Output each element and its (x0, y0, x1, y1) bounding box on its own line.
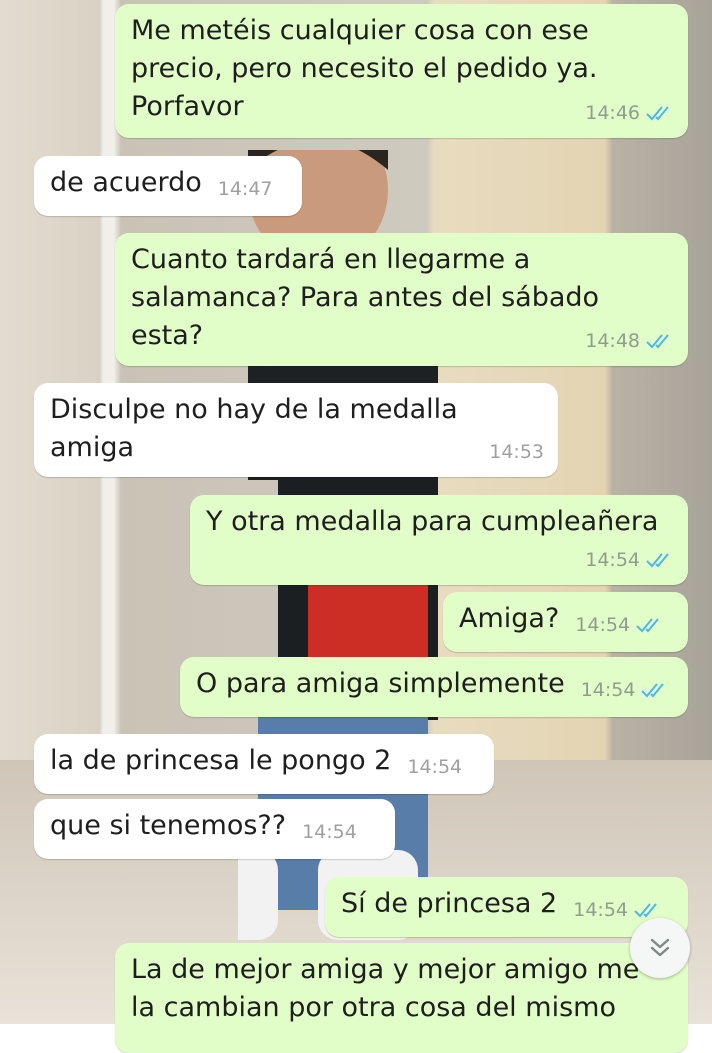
message-timestamp: 14:54 (585, 541, 674, 579)
message-timestamp: 14:54 (575, 606, 664, 644)
message-timestamp: 14:53 (489, 433, 544, 471)
message-text: Sí de princesa 2 (341, 888, 558, 919)
outgoing-message-bubble[interactable]: Amiga? 14:54 (443, 592, 688, 652)
message-text: Y otra medalla para cumpleañera (206, 506, 659, 537)
timestamp-text: 14:54 (573, 899, 629, 921)
double-check-icon (634, 903, 657, 918)
incoming-message-bubble[interactable]: Disculpe no hay de la medalla amiga 14:53 (34, 383, 558, 477)
outgoing-message-bubble[interactable]: Y otra medalla para cumpleañera 14:54 (190, 495, 688, 585)
double-check-icon (646, 553, 669, 568)
outgoing-message-bubble[interactable]: O para amiga simplemente 14:54 (180, 657, 688, 717)
message-text: de acuerdo (50, 167, 202, 198)
message-timestamp: 14:46 (585, 94, 674, 132)
message-text: que si tenemos?? (50, 810, 287, 841)
double-check-icon (646, 106, 669, 121)
incoming-message-bubble[interactable]: de acuerdo 14:47 (34, 156, 302, 216)
timestamp-text: 14:54 (302, 821, 357, 843)
double-check-icon (636, 618, 659, 633)
message-text: Disculpe no hay de la medalla amiga (50, 394, 458, 463)
outgoing-message-bubble[interactable]: Me metéis cualquier cosa con ese precio,… (115, 4, 688, 138)
timestamp-text: 14:46 (585, 102, 640, 124)
outgoing-message-bubble[interactable]: Cuanto tardará en llegarme a salamanca? … (115, 233, 688, 366)
message-text: la de princesa le pongo 2 (50, 745, 392, 776)
timestamp-text: 14:48 (585, 330, 640, 352)
incoming-message-bubble[interactable]: que si tenemos?? 14:54 (34, 799, 395, 859)
timestamp-text: 14:54 (585, 549, 640, 571)
message-timestamp: 14:54 (581, 671, 670, 709)
timestamp-text: 14:47 (217, 178, 273, 200)
outgoing-message-bubble[interactable]: Sí de princesa 2 14:54 (325, 877, 688, 937)
message-timestamp: 14:47 (218, 170, 273, 208)
double-check-icon (646, 334, 669, 349)
message-timestamp: 14:54 (407, 748, 462, 786)
message-text: O para amiga simplemente (196, 668, 565, 699)
double-chevron-down-icon (650, 938, 670, 957)
message-text: La de mejor amiga y mejor amigo me la ca… (131, 954, 640, 1023)
timestamp-text: 14:54 (580, 679, 636, 701)
scroll-down-button[interactable] (630, 918, 690, 978)
timestamp-text: 14:54 (407, 756, 463, 778)
message-text: Cuanto tardará en llegarme a salamanca? … (131, 244, 600, 351)
message-timestamp: 14:54 (302, 813, 357, 851)
message-text: Me metéis cualquier cosa con ese precio,… (131, 15, 598, 122)
incoming-message-bubble[interactable]: la de princesa le pongo 2 14:54 (34, 734, 494, 794)
outgoing-message-bubble[interactable]: La de mejor amiga y mejor amigo me la ca… (115, 943, 688, 1053)
timestamp-text: 14:54 (575, 614, 631, 636)
message-timestamp: 14:48 (585, 322, 674, 360)
timestamp-text: 14:53 (489, 441, 544, 463)
double-check-icon (641, 683, 665, 698)
message-text: Amiga? (459, 603, 560, 634)
